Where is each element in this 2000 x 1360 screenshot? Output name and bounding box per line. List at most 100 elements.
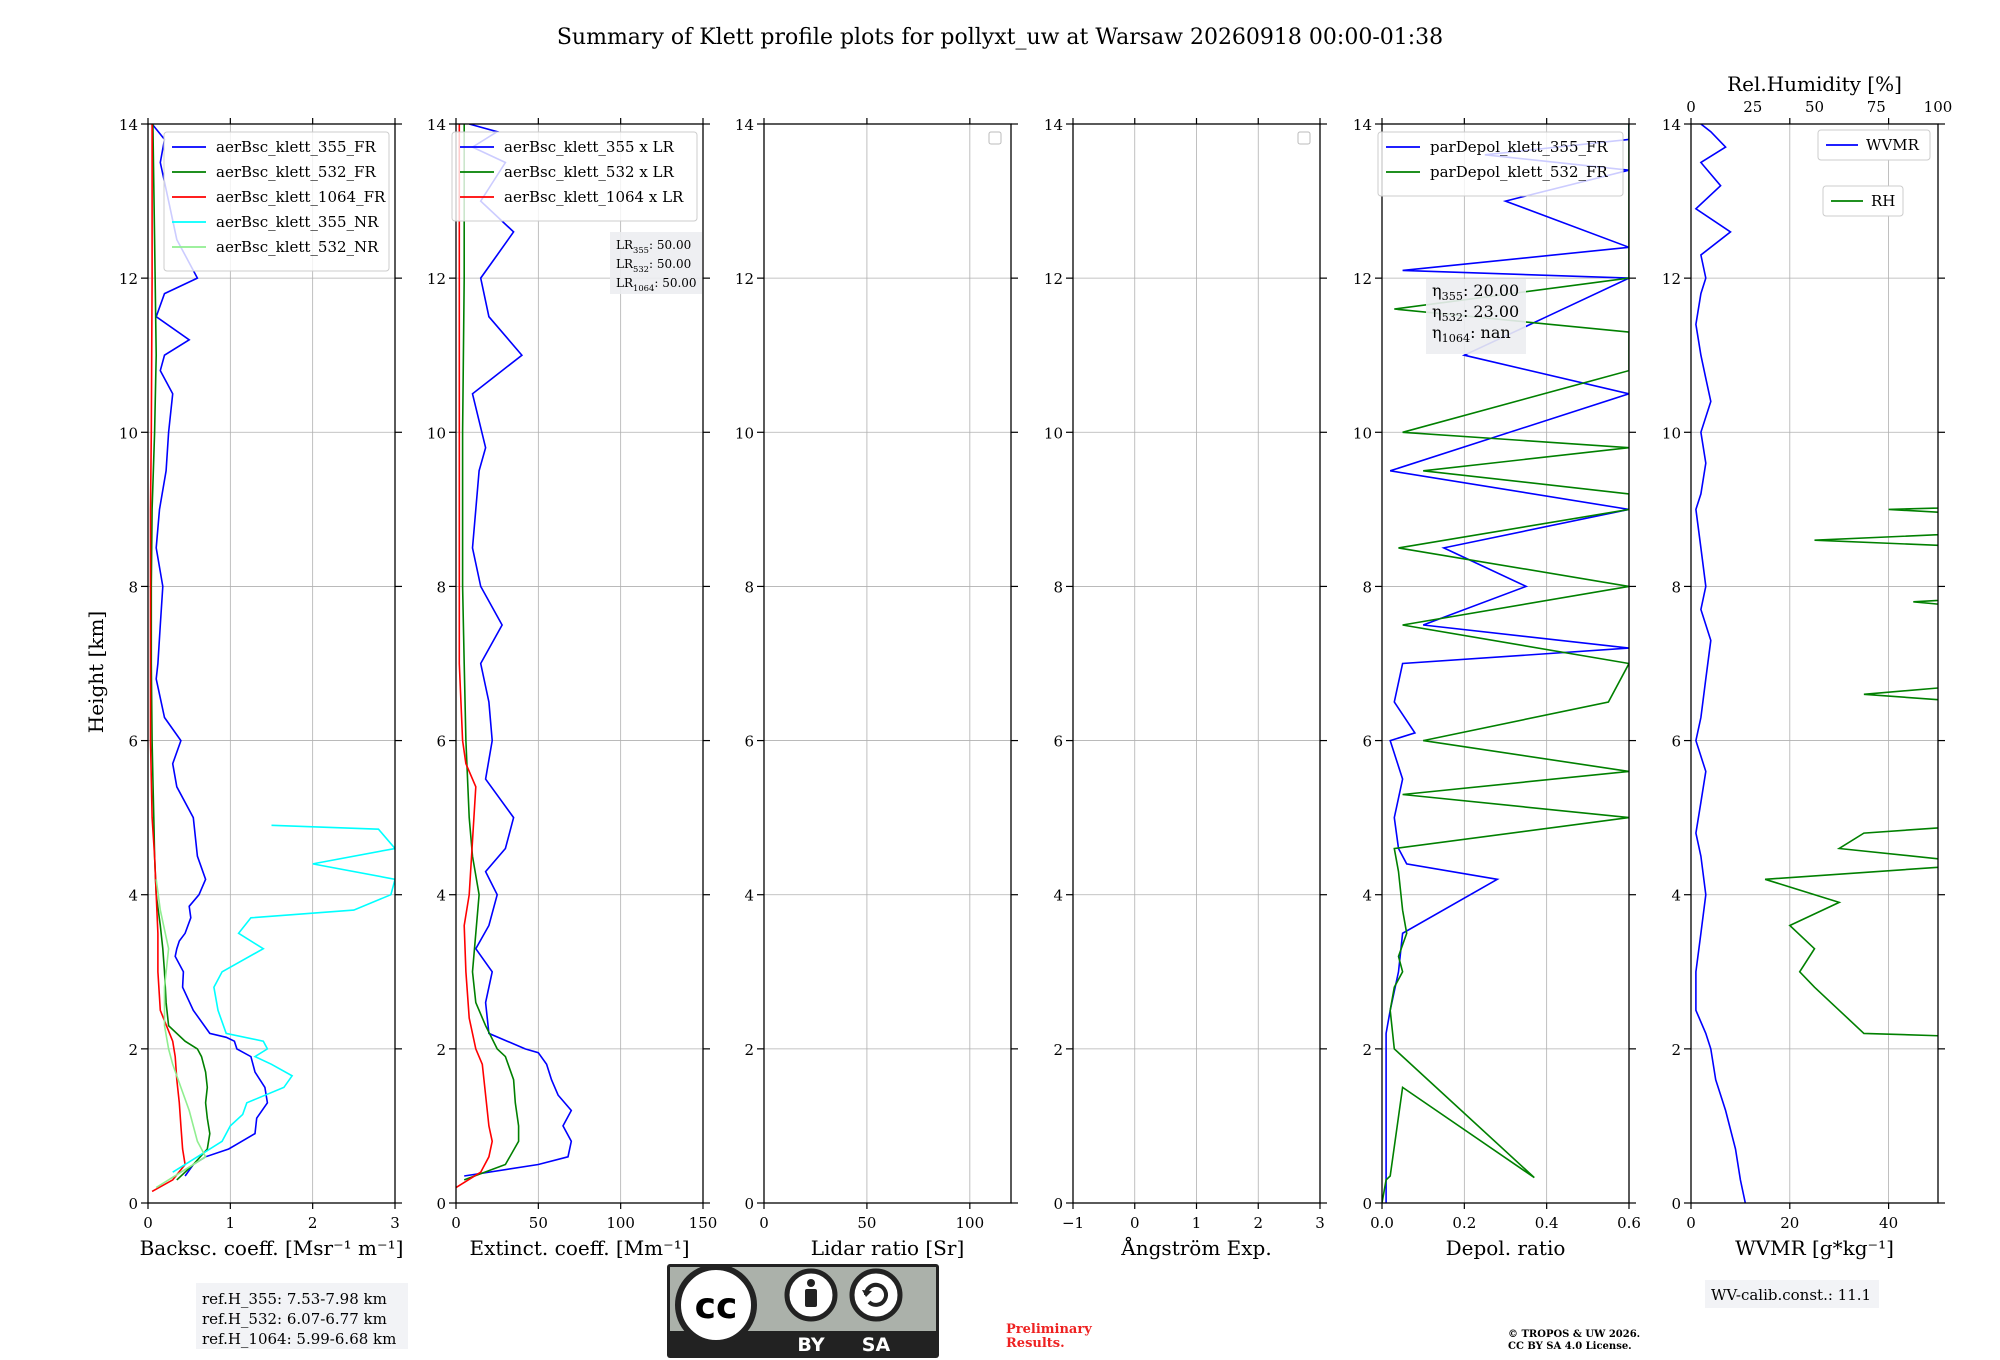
series-line-rh (1764, 493, 1938, 1037)
x-tick-label: −1 (1062, 1214, 1084, 1232)
y-tick-label: 12 (427, 270, 446, 288)
legend: parDepol_klett_355_FR parDepol_klett_532_… (1377, 131, 1624, 197)
x-axis-label: Backsc. coeff. [Msr⁻¹ m⁻¹] (140, 1236, 404, 1260)
legend-entry: aerBsc_klett_1064_FR (216, 188, 386, 206)
series-group (149, 124, 395, 1193)
legend-wvmr: WVMR (1817, 129, 1931, 161)
panel-2: 0 50 100 150 0 2 4 6 8 10 12 14 Extinct. coeff. [Mm⁻… (427, 116, 717, 1260)
x-tick-label: 3 (1315, 1214, 1325, 1232)
cc-logo-text: cc (695, 1286, 738, 1327)
series-group (456, 124, 573, 1189)
panel-6: 0 20 40 0 2 4 6 8 10 12 14 WVMR [g*kg⁻¹] 0 25 50 75 100 R… (1662, 72, 1953, 1260)
panel-4: −1 0 1 2 302468101214Ångström Exp. (1044, 116, 1327, 1260)
y-tick-label: 10 (735, 424, 754, 442)
y-tick-label: 10 (427, 424, 446, 442)
y-tick-label: 14 (735, 116, 754, 134)
legend-entry: parDepol_klett_355_FR (1430, 138, 1608, 156)
y-tick-label: 14 (1044, 116, 1063, 134)
y-tick-label: 4 (436, 887, 446, 905)
annotation-box: LR355: 50.00LR532: 50.00LR1064: 50.00 (610, 232, 702, 294)
legend-entry: aerBsc_klett_355_FR (216, 138, 376, 156)
preliminary-label-1: Preliminary (1006, 1322, 1092, 1337)
x-tick-label: 2 (1253, 1214, 1263, 1232)
y-tick-label: 12 (1662, 270, 1681, 288)
plot-frame (1690, 123, 1939, 1204)
cc-license-badge: cc BY SA (667, 1264, 939, 1358)
x-tick-label: 0.0 (1370, 1214, 1394, 1232)
y-tick-label: 10 (1044, 424, 1063, 442)
y-tick-label: 2 (436, 1041, 446, 1059)
ref-line-355: ref.H_355: 7.53-7.98 km (202, 1290, 387, 1308)
wv-calib-text: WV-calib.const.: 11.1 (1711, 1286, 1871, 1304)
x-tick-label: 0 (759, 1214, 769, 1232)
y-tick-label: 2 (1671, 1041, 1681, 1059)
y-tick-label: 0 (1053, 1195, 1063, 1213)
y-tick-label: 0 (128, 1195, 138, 1213)
y-tick-label: 0 (436, 1195, 446, 1213)
panel-1: 0 1 2 302468101214Backsc. coeff. [Msr⁻¹ m⁻¹… (119, 116, 403, 1260)
y-tick-label: 4 (128, 887, 138, 905)
x-axis-label: Lidar ratio [Sr] (811, 1236, 965, 1260)
y-tick-label: 10 (1353, 424, 1372, 442)
x-tick-label: 20 (1780, 1214, 1799, 1232)
y-tick-label: 14 (1662, 116, 1681, 134)
x-tick-label: 3 (390, 1214, 400, 1232)
y-tick-label: 14 (119, 116, 138, 134)
x-tick-label: 2 (308, 1214, 318, 1232)
series-line-wvmr (1694, 124, 1747, 1203)
y-tick-label: 6 (436, 733, 446, 751)
legend-entry: aerBsc_klett_532_NR (216, 238, 379, 256)
y-tick-label: 12 (1353, 270, 1372, 288)
legend-entry: RH (1871, 192, 1895, 210)
x-axis-label: Depol. ratio (1446, 1236, 1566, 1260)
ref-line-532: ref.H_532: 6.07-6.77 km (202, 1310, 387, 1328)
y-tick-label: 4 (1362, 887, 1372, 905)
x-tick-label: 0 (143, 1214, 153, 1232)
badge-by-label: BY (797, 1334, 824, 1356)
panel-3: 0 50 100 0 2 4 6 8 10 12 14 Lidar ratio [Sr] (735, 116, 1018, 1260)
y-tick-label: 4 (744, 887, 754, 905)
ref-line-1064: ref.H_1064: 5.99-6.68 km (202, 1330, 396, 1348)
legend-rh: RH (1822, 185, 1904, 217)
legend-entry: aerBsc_klett_532 x LR (504, 163, 675, 181)
y-tick-label: 6 (744, 733, 754, 751)
empty-legend (988, 131, 1002, 145)
x2-tick-label: 50 (1805, 98, 1824, 116)
panel-5: 0.0 0.2 0.4 0.6 0 2 4 6 8 10 12 14 Depol. ratio parDe… (1353, 116, 1641, 1260)
y-tick-label: 8 (436, 578, 446, 596)
copyright-line-2: CC BY SA 4.0 License. (1508, 1341, 1632, 1352)
y-tick-label: 10 (119, 424, 138, 442)
y-tick-label: 2 (1362, 1041, 1372, 1059)
y-tick-label: 4 (1671, 887, 1681, 905)
x2-tick-label: 25 (1743, 98, 1762, 116)
x-axis-label: WVMR [g*kg⁻¹] (1735, 1236, 1894, 1260)
x-tick-label: 100 (606, 1214, 635, 1232)
legend-entry: aerBsc_klett_532_FR (216, 163, 376, 181)
y-tick-label: 8 (1671, 578, 1681, 596)
y-tick-label: 12 (735, 270, 754, 288)
y-tick-label: 6 (128, 733, 138, 751)
x-tick-label: 40 (1879, 1214, 1898, 1232)
x-tick-label: 0 (451, 1214, 461, 1232)
legend-entry: parDepol_klett_532_FR (1430, 163, 1608, 181)
x-tick-label: 100 (956, 1214, 985, 1232)
y-tick-label: 6 (1671, 733, 1681, 751)
x-tick-label: 0.6 (1617, 1214, 1641, 1232)
legend: aerBsc_klett_355 x LR aerBsc_klett_532 x … (451, 131, 698, 222)
x-tick-label: 50 (529, 1214, 548, 1232)
y-tick-label: 8 (128, 578, 138, 596)
figure-title: Summary of Klett profile plots for polly… (557, 25, 1443, 50)
series-line-aerbsc-klett-355-nr (172, 824, 395, 1173)
sa-share-icon (849, 1268, 903, 1322)
series-group (1694, 124, 1938, 1203)
y-tick-label: 4 (1053, 887, 1063, 905)
y-tick-label: 6 (1362, 733, 1372, 751)
x2-tick-label: 0 (1686, 98, 1696, 116)
x-tick-label: 0.4 (1535, 1214, 1559, 1232)
y-tick-label: 8 (1053, 578, 1063, 596)
y-tick-label: 0 (1362, 1195, 1372, 1213)
x2-tick-label: 100 (1924, 98, 1953, 116)
legend-entry: aerBsc_klett_1064 x LR (504, 188, 684, 206)
x-axis-label: Extinct. coeff. [Mm⁻¹] (469, 1236, 689, 1260)
y-tick-label: 2 (1053, 1041, 1063, 1059)
